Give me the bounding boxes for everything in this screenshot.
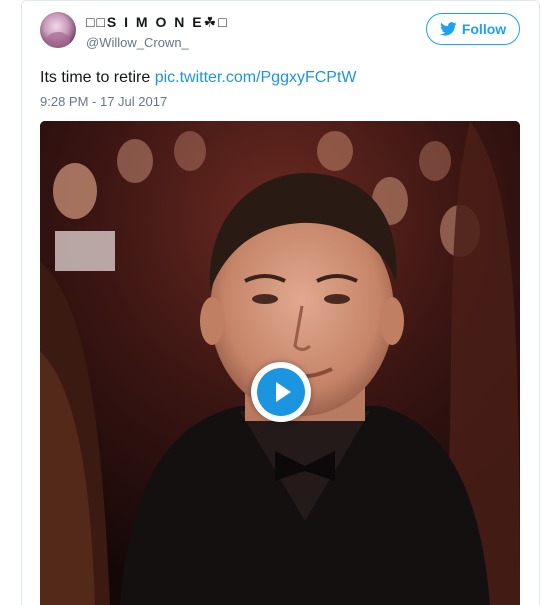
follow-button[interactable]: Follow xyxy=(426,13,520,45)
user-handle[interactable]: @Willow_Crown_ xyxy=(86,35,189,50)
tweet-timestamp[interactable]: 9:28 PM - 17 Jul 2017 xyxy=(40,94,167,109)
play-icon xyxy=(257,368,305,416)
tweet-text: Its time to retire pic.twitter.com/Pggxy… xyxy=(40,68,357,88)
twitter-bird-icon xyxy=(439,22,457,36)
follow-label: Follow xyxy=(461,21,507,37)
display-name[interactable]: □□S I M O N E☘□ xyxy=(86,14,229,31)
tweet-body: Its time to retire xyxy=(40,69,155,86)
avatar[interactable] xyxy=(40,12,76,48)
gif-media[interactable] xyxy=(40,121,520,605)
media-link[interactable]: pic.twitter.com/PggxyFCPtW xyxy=(155,69,357,86)
play-button[interactable] xyxy=(251,362,311,422)
